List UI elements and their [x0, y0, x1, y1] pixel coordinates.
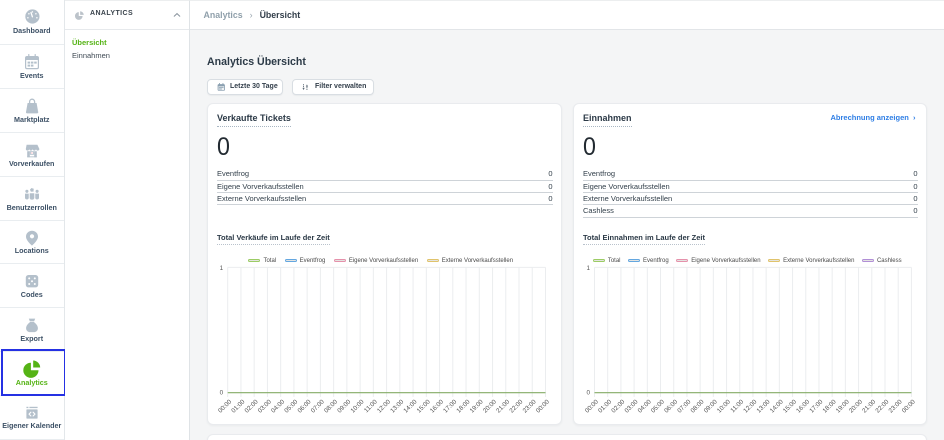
- svg-text:15:00: 15:00: [782, 398, 798, 414]
- svg-text:19:00: 19:00: [835, 398, 851, 414]
- svg-text:10:00: 10:00: [349, 398, 365, 414]
- svg-text:11:00: 11:00: [363, 398, 379, 414]
- svg-text:18:00: 18:00: [455, 398, 471, 414]
- svg-text:00:00: 00:00: [217, 398, 233, 414]
- svg-text:00:00: 00:00: [584, 398, 600, 414]
- svg-text:23:00: 23:00: [522, 398, 538, 414]
- svg-text:08:00: 08:00: [323, 398, 339, 414]
- svg-text:22:00: 22:00: [874, 398, 890, 414]
- svg-text:04:00: 04:00: [270, 398, 286, 414]
- svg-text:12:00: 12:00: [376, 398, 392, 414]
- svg-text:13:00: 13:00: [389, 398, 405, 414]
- svg-text:13:00: 13:00: [755, 398, 771, 414]
- svg-text:18:00: 18:00: [821, 398, 837, 414]
- svg-text:08:00: 08:00: [689, 398, 705, 414]
- svg-text:09:00: 09:00: [336, 398, 352, 414]
- svg-text:06:00: 06:00: [296, 398, 312, 414]
- svg-text:02:00: 02:00: [610, 398, 626, 414]
- svg-text:01:00: 01:00: [230, 398, 246, 414]
- svg-text:05:00: 05:00: [283, 398, 299, 414]
- svg-text:12:00: 12:00: [742, 398, 758, 414]
- svg-text:07:00: 07:00: [310, 398, 326, 414]
- svg-text:21:00: 21:00: [495, 398, 511, 414]
- svg-text:01:00: 01:00: [597, 398, 613, 414]
- svg-text:17:00: 17:00: [808, 398, 824, 414]
- svg-text:1: 1: [586, 265, 590, 272]
- svg-text:10:00: 10:00: [716, 398, 732, 414]
- svg-text:03:00: 03:00: [623, 398, 639, 414]
- svg-text:22:00: 22:00: [508, 398, 524, 414]
- svg-text:21:00: 21:00: [861, 398, 877, 414]
- svg-text:0: 0: [586, 389, 590, 396]
- svg-text:00:00: 00:00: [535, 398, 551, 414]
- svg-text:19:00: 19:00: [469, 398, 485, 414]
- svg-text:03:00: 03:00: [257, 398, 273, 414]
- svg-text:14:00: 14:00: [402, 398, 418, 414]
- svg-text:23:00: 23:00: [888, 398, 904, 414]
- svg-text:0: 0: [220, 389, 224, 396]
- svg-text:04:00: 04:00: [637, 398, 653, 414]
- svg-text:1: 1: [220, 265, 224, 272]
- svg-text:05:00: 05:00: [650, 398, 666, 414]
- svg-text:16:00: 16:00: [429, 398, 445, 414]
- svg-text:14:00: 14:00: [769, 398, 785, 414]
- svg-text:20:00: 20:00: [482, 398, 498, 414]
- svg-text:02:00: 02:00: [243, 398, 259, 414]
- svg-text:09:00: 09:00: [703, 398, 719, 414]
- svg-text:20:00: 20:00: [848, 398, 864, 414]
- svg-text:06:00: 06:00: [663, 398, 679, 414]
- svg-text:17:00: 17:00: [442, 398, 458, 414]
- svg-text:07:00: 07:00: [676, 398, 692, 414]
- svg-text:15:00: 15:00: [416, 398, 432, 414]
- svg-text:16:00: 16:00: [795, 398, 811, 414]
- svg-text:00:00: 00:00: [901, 398, 917, 414]
